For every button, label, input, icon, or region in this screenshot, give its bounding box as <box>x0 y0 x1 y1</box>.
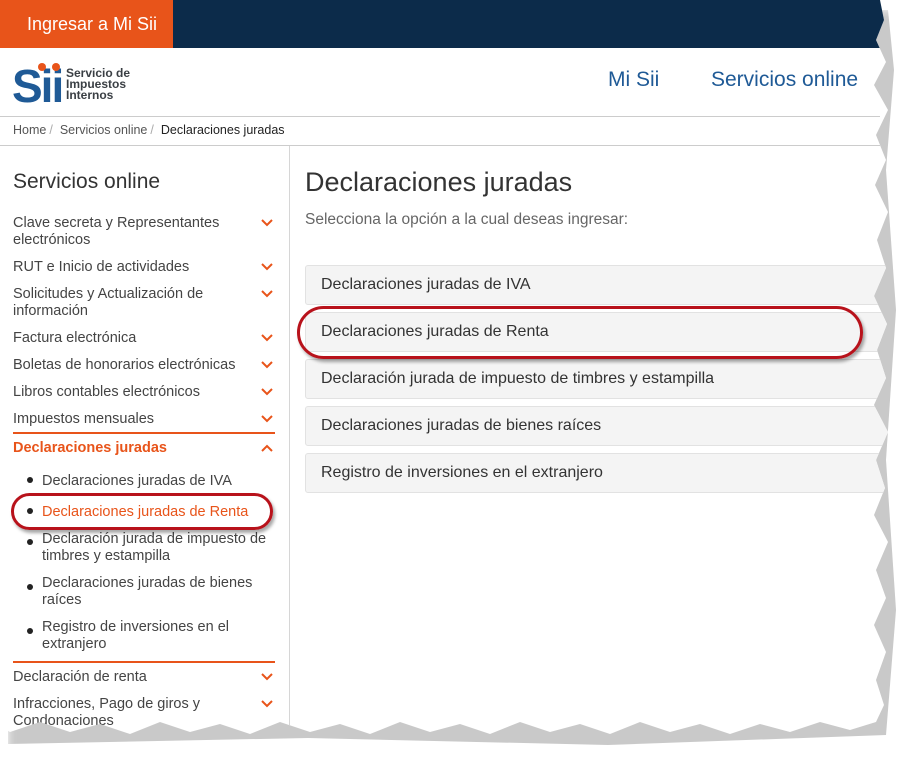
option-dj-iva[interactable]: Declaraciones juradas de IVA <box>305 265 888 305</box>
breadcrumb: Home / Servicios online / Declaraciones jura… <box>13 123 285 137</box>
sidebar-item-label: Boletas de honorarios electrónicas <box>13 357 236 373</box>
nav-servicios-online[interactable]: Servicios online <box>711 68 858 92</box>
chevron-down-icon <box>261 415 273 423</box>
sidebar-item-label: RUT e Inicio de actividades <box>13 259 190 275</box>
chevron-down-icon <box>261 388 273 396</box>
sidebar-item-impuestos[interactable]: Impuestos mensuales <box>13 411 275 428</box>
bullet-icon <box>27 628 33 634</box>
breadcrumb-current: Declaraciones juradas <box>160 123 285 137</box>
bullet-icon <box>27 539 33 545</box>
chevron-down-icon <box>261 219 273 227</box>
breadcrumb-services[interactable]: Servicios online <box>60 123 148 137</box>
subitem-dj-iva[interactable]: Declaraciones juradas de IVA <box>42 473 274 490</box>
logo-dot-1 <box>38 63 46 71</box>
option-registro-inversiones[interactable]: Registro de inversiones en el extranjero <box>305 453 888 493</box>
sidebar-title: Servicios online <box>13 170 161 193</box>
logo-caption-line-3: Internos <box>66 88 114 102</box>
chevron-down-icon <box>261 361 273 369</box>
sidebar-item-infracciones[interactable]: Infracciones, Pago de giros y Condonacio… <box>13 696 275 730</box>
subitem-registro-inversiones[interactable]: Registro de inversiones en el extranjero <box>42 619 274 653</box>
section-divider <box>13 432 275 434</box>
chevron-down-icon <box>261 334 273 342</box>
sidebar-item-label: Impuestos mensuales <box>13 411 155 427</box>
sidebar-item-label: Declaraciones juradas <box>13 440 167 456</box>
page-title: Declaraciones juradas <box>305 167 573 197</box>
login-button[interactable]: Ingresar a Mi Sii <box>0 0 173 48</box>
breadcrumb-separator: / <box>150 123 154 137</box>
breadcrumb-separator: / <box>49 123 53 137</box>
option-dj-bienes-raices[interactable]: Declaraciones juradas de bienes raíces <box>305 406 888 446</box>
chevron-down-icon <box>261 263 273 271</box>
sidebar-item-clave-secreta[interactable]: Clave secreta y Representantes electróni… <box>13 215 275 249</box>
nav-mi-sii[interactable]: Mi Sii <box>608 68 659 92</box>
sidebar-item-label: Solicitudes y Actualización de informaci… <box>13 286 204 319</box>
breadcrumb-home[interactable]: Home <box>13 123 46 137</box>
site-header: Sii Servicio de Impuestos Internos Mi Si… <box>0 48 888 116</box>
annotation-highlight-sidebar <box>11 493 273 530</box>
subitem-dj-timbres[interactable]: Declaración jurada de impuesto de timbre… <box>42 531 274 565</box>
chevron-down-icon <box>261 673 273 681</box>
logo-dot-2 <box>52 63 60 71</box>
bullet-icon <box>27 584 33 590</box>
sidebar-item-label: Factura electrónica <box>13 330 137 346</box>
sidebar-item-factura[interactable]: Factura electrónica <box>13 330 275 347</box>
sidebar-item-solicitudes[interactable]: Solicitudes y Actualización de informaci… <box>13 286 275 320</box>
sidebar-item-label: Declaración de renta <box>13 669 147 685</box>
option-dj-timbres[interactable]: Declaración jurada de impuesto de timbre… <box>305 359 888 399</box>
logo-caption: Servicio de Impuestos Internos <box>66 67 130 102</box>
sidebar-item-rut[interactable]: RUT e Inicio de actividades <box>13 259 275 276</box>
annotation-highlight-main <box>297 306 863 359</box>
bullet-icon <box>27 477 33 483</box>
sidebar-item-boletas[interactable]: Boletas de honorarios electrónicas <box>13 357 275 374</box>
sidebar-item-declaraciones[interactable]: Declaraciones juradas <box>13 440 275 457</box>
screenshot-paper: Ingresar a Mi Sii Sii Servicio de Impues… <box>0 0 888 734</box>
sidebar-item-declaracion-renta[interactable]: Declaración de renta <box>13 669 275 686</box>
subitem-dj-bienes-raices[interactable]: Declaraciones juradas de bienes raíces <box>42 575 274 609</box>
sidebar-item-label: Clave secreta y Representantes electróni… <box>13 215 220 248</box>
sidebar: Servicios online Clave secreta y Represe… <box>0 146 290 734</box>
sidebar-item-libros[interactable]: Libros contables electrónicos <box>13 384 275 401</box>
header-divider <box>0 116 880 117</box>
top-bar: Ingresar a Mi Sii <box>0 0 888 48</box>
chevron-down-icon <box>261 700 273 708</box>
chevron-down-icon <box>261 290 273 298</box>
sidebar-item-label: Libros contables electrónicos <box>13 384 200 400</box>
page-subtitle: Selecciona la opción a la cual deseas in… <box>305 211 629 228</box>
section-divider <box>13 661 275 663</box>
chevron-up-icon <box>261 444 273 452</box>
